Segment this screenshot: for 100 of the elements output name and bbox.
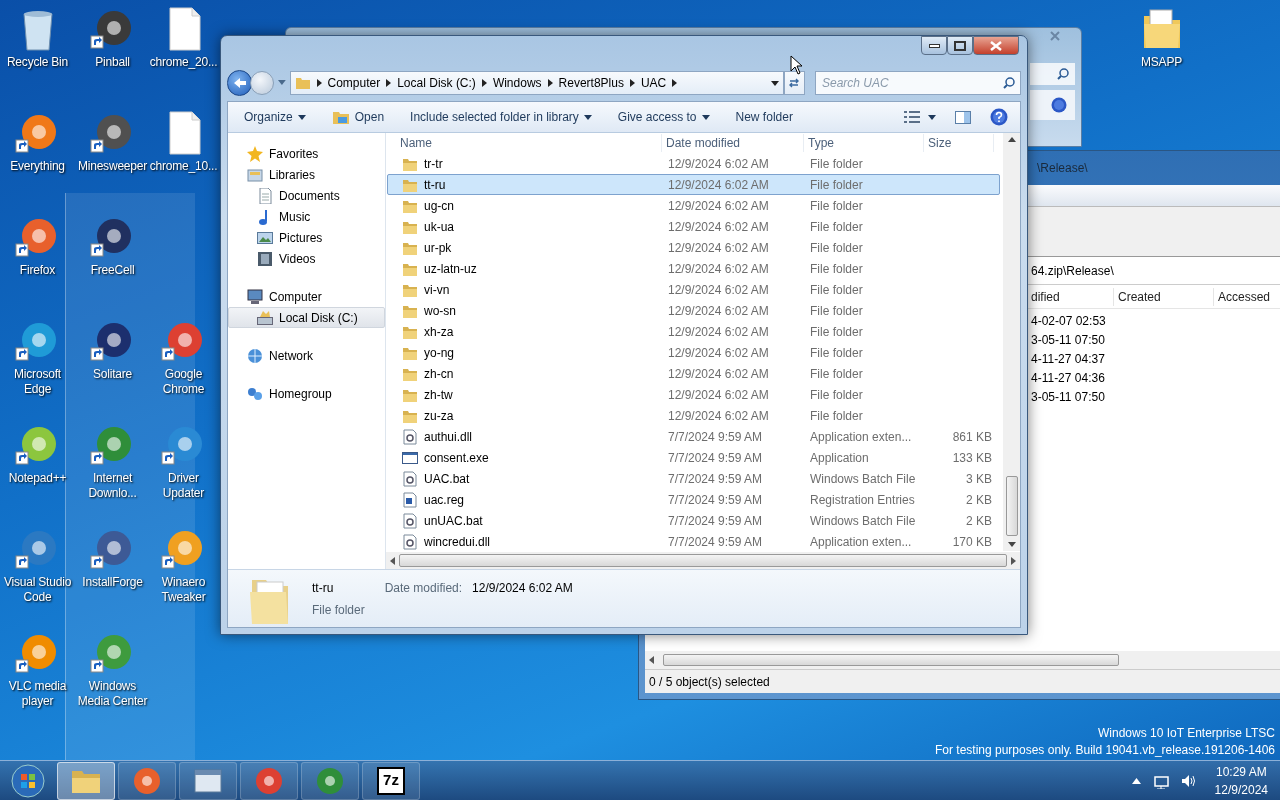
help-icon bbox=[990, 108, 1008, 126]
gear-file-icon bbox=[402, 512, 418, 529]
nav-item[interactable]: Videos bbox=[228, 248, 385, 269]
desktop-icon-label[interactable]: Microsoft Edge bbox=[2, 367, 73, 397]
breadcrumb[interactable]: Revert8Plus bbox=[558, 74, 624, 92]
nav-item[interactable]: Documents bbox=[228, 185, 385, 206]
column-header[interactable]: Type bbox=[804, 134, 924, 153]
chevron-icon bbox=[316, 79, 322, 87]
desktop-icon-label[interactable]: Pinball bbox=[95, 55, 130, 70]
toolbar-button[interactable]: Open bbox=[323, 105, 393, 129]
taskbar-button[interactable] bbox=[118, 761, 176, 800]
toolbar-button[interactable]: New folder bbox=[727, 105, 801, 129]
file-name: zh-cn bbox=[424, 365, 454, 383]
horizontal-scrollbar[interactable] bbox=[386, 552, 1020, 569]
file-row[interactable]: unUAC.bat 7/7/2024 9:59 AM Windows Batch File 2 KB bbox=[387, 510, 1000, 532]
desktop-icon-label[interactable]: FreeCell bbox=[90, 263, 135, 278]
column-header[interactable]: Name bbox=[400, 134, 662, 153]
taskbar-button[interactable] bbox=[240, 761, 298, 800]
breadcrumb[interactable]: UAC bbox=[640, 74, 667, 92]
file-row[interactable]: uz-latn-uz 12/9/2024 6:02 AM File folder bbox=[387, 258, 1000, 280]
toolbar-button[interactable]: Organize bbox=[236, 105, 314, 129]
computer-icon bbox=[247, 288, 263, 305]
breadcrumb[interactable]: Computer bbox=[327, 74, 381, 92]
desktop-icon-label[interactable]: Recycle Bin bbox=[6, 55, 69, 70]
column-header[interactable]: Accessed bbox=[1213, 287, 1277, 306]
taskbar-button[interactable] bbox=[57, 761, 115, 800]
gear-file-icon bbox=[402, 428, 418, 445]
date-modified: 7/7/2024 9:59 AM bbox=[667, 512, 764, 530]
nav-item[interactable]: Local Disk (C:) bbox=[228, 307, 385, 328]
desktop-icon-label[interactable]: InstallForge bbox=[82, 575, 143, 590]
maximize-button[interactable] bbox=[947, 36, 973, 55]
column-header[interactable]: dified bbox=[1031, 287, 1113, 306]
desktop-icon-label[interactable]: Internet Downlo... bbox=[77, 471, 148, 501]
toolbar-button[interactable]: Give access to bbox=[609, 105, 718, 129]
breadcrumb[interactable]: Local Disk (C:) bbox=[397, 74, 476, 92]
minimize-button[interactable] bbox=[921, 36, 947, 55]
column-header[interactable]: Size bbox=[924, 134, 994, 153]
desktop-icon-label[interactable]: Windows Media Center bbox=[77, 679, 148, 709]
scroll-thumb[interactable] bbox=[399, 554, 1007, 568]
nav-item[interactable]: Music bbox=[228, 206, 385, 227]
desktop-icon-label[interactable]: Visual Studio Code bbox=[2, 575, 73, 605]
desktop-icon-label[interactable]: chrome_20... bbox=[149, 55, 218, 70]
file-row[interactable]: tt-ru 12/9/2024 6:02 AM File folder bbox=[387, 174, 1000, 196]
search-field[interactable]: Search UAC bbox=[815, 71, 1021, 95]
desktop-icon-label[interactable]: Notepad++ bbox=[8, 471, 67, 486]
disk-icon bbox=[257, 309, 273, 326]
vertical-scrollbar[interactable] bbox=[1003, 133, 1020, 551]
file-row[interactable]: vi-vn 12/9/2024 6:02 AM File folder bbox=[387, 279, 1000, 301]
list-view-icon bbox=[904, 111, 920, 123]
file-row[interactable]: xh-za 12/9/2024 6:02 AM File folder bbox=[387, 321, 1000, 343]
desktop-icon-label[interactable]: Driver Updater bbox=[148, 471, 219, 501]
nav-item[interactable]: Network bbox=[228, 345, 385, 366]
nav-item[interactable]: Homegroup bbox=[228, 383, 385, 404]
file-row[interactable]: uk-ua 12/9/2024 6:02 AM File folder bbox=[387, 216, 1000, 238]
desktop-icon-label[interactable]: Solitare bbox=[92, 367, 133, 382]
taskbar-button[interactable]: 7z bbox=[362, 761, 420, 800]
file-row[interactable]: ur-pk 12/9/2024 6:02 AM File folder bbox=[387, 237, 1000, 259]
file-row[interactable]: yo-ng 12/9/2024 6:02 AM File folder bbox=[387, 342, 1000, 364]
file-row[interactable]: ug-cn 12/9/2024 6:02 AM File folder bbox=[387, 195, 1000, 217]
horizontal-scrollbar[interactable] bbox=[645, 651, 1280, 669]
close-icon bbox=[990, 40, 1002, 51]
back-button[interactable] bbox=[227, 70, 253, 96]
nav-item[interactable]: Pictures bbox=[228, 227, 385, 248]
desktop-icon-label[interactable]: MSAPP bbox=[1141, 55, 1182, 70]
clock[interactable]: 10:29 AM 12/9/2024 bbox=[1214, 762, 1268, 799]
desktop-icon-label[interactable]: Winaero Tweaker bbox=[148, 575, 219, 605]
file-row[interactable]: uac.reg 7/7/2024 9:59 AM Registration Entries 2 KB bbox=[387, 489, 1000, 511]
column-header[interactable]: Created bbox=[1113, 287, 1213, 306]
scroll-thumb[interactable] bbox=[663, 654, 1119, 666]
desktop-icon-label[interactable]: Everything bbox=[10, 159, 65, 174]
nav-item[interactable]: Libraries bbox=[228, 164, 385, 185]
file-row[interactable]: wo-sn 12/9/2024 6:02 AM File folder bbox=[387, 300, 1000, 322]
file-row[interactable]: tr-tr 12/9/2024 6:02 AM File folder bbox=[387, 153, 1000, 175]
taskbar-button[interactable] bbox=[179, 761, 237, 800]
nav-item[interactable]: Favorites bbox=[228, 143, 385, 164]
desktop-icon-label[interactable]: Google Chrome bbox=[148, 367, 219, 397]
close-button[interactable] bbox=[973, 36, 1019, 55]
file-row[interactable]: zh-cn 12/9/2024 6:02 AM File folder bbox=[387, 363, 1000, 385]
file-row[interactable]: UAC.bat 7/7/2024 9:59 AM Windows Batch File 3 KB bbox=[387, 468, 1000, 490]
breadcrumb[interactable]: Windows bbox=[492, 74, 542, 92]
table-cell-text: 4-11-27 04:36 bbox=[1031, 369, 1105, 387]
file-row[interactable]: zh-tw 12/9/2024 6:02 AM File folder bbox=[387, 384, 1000, 406]
file-row[interactable]: wincredui.dll 7/7/2024 9:59 AM Application exten... 170 KB bbox=[387, 531, 1000, 553]
desktop-icon-label[interactable]: chrome_10... bbox=[149, 159, 218, 174]
column-header[interactable]: Date modified bbox=[662, 134, 804, 153]
desktop-icon-label[interactable]: Minesweeper bbox=[77, 159, 148, 174]
preview-pane-icon bbox=[955, 110, 971, 124]
scroll-thumb[interactable] bbox=[1005, 476, 1018, 536]
nav-item[interactable]: Computer bbox=[228, 286, 385, 307]
desktop-icon-label[interactable]: Firefox bbox=[19, 263, 56, 278]
file-row[interactable]: authui.dll 7/7/2024 9:59 AM Application exten... 861 KB bbox=[387, 426, 1000, 448]
date-modified: 12/9/2024 6:02 AM bbox=[667, 239, 770, 257]
date-modified: 12/9/2024 6:02 AM bbox=[667, 386, 770, 404]
toolbar-button[interactable]: Include selected folder in library bbox=[402, 105, 600, 129]
path-field[interactable]: 64.zip\Release\ bbox=[1031, 261, 1114, 280]
taskbar-button[interactable] bbox=[301, 761, 359, 800]
file-row[interactable]: consent.exe 7/7/2024 9:59 AM Application 133 KB bbox=[387, 447, 1000, 469]
address-bar[interactable]: Computer Local Disk (C:) Windows Revert8Plus UAC bbox=[289, 71, 784, 95]
file-row[interactable]: zu-za 12/9/2024 6:02 AM File folder bbox=[387, 405, 1000, 427]
desktop-icon-label[interactable]: VLC media player bbox=[2, 679, 73, 709]
